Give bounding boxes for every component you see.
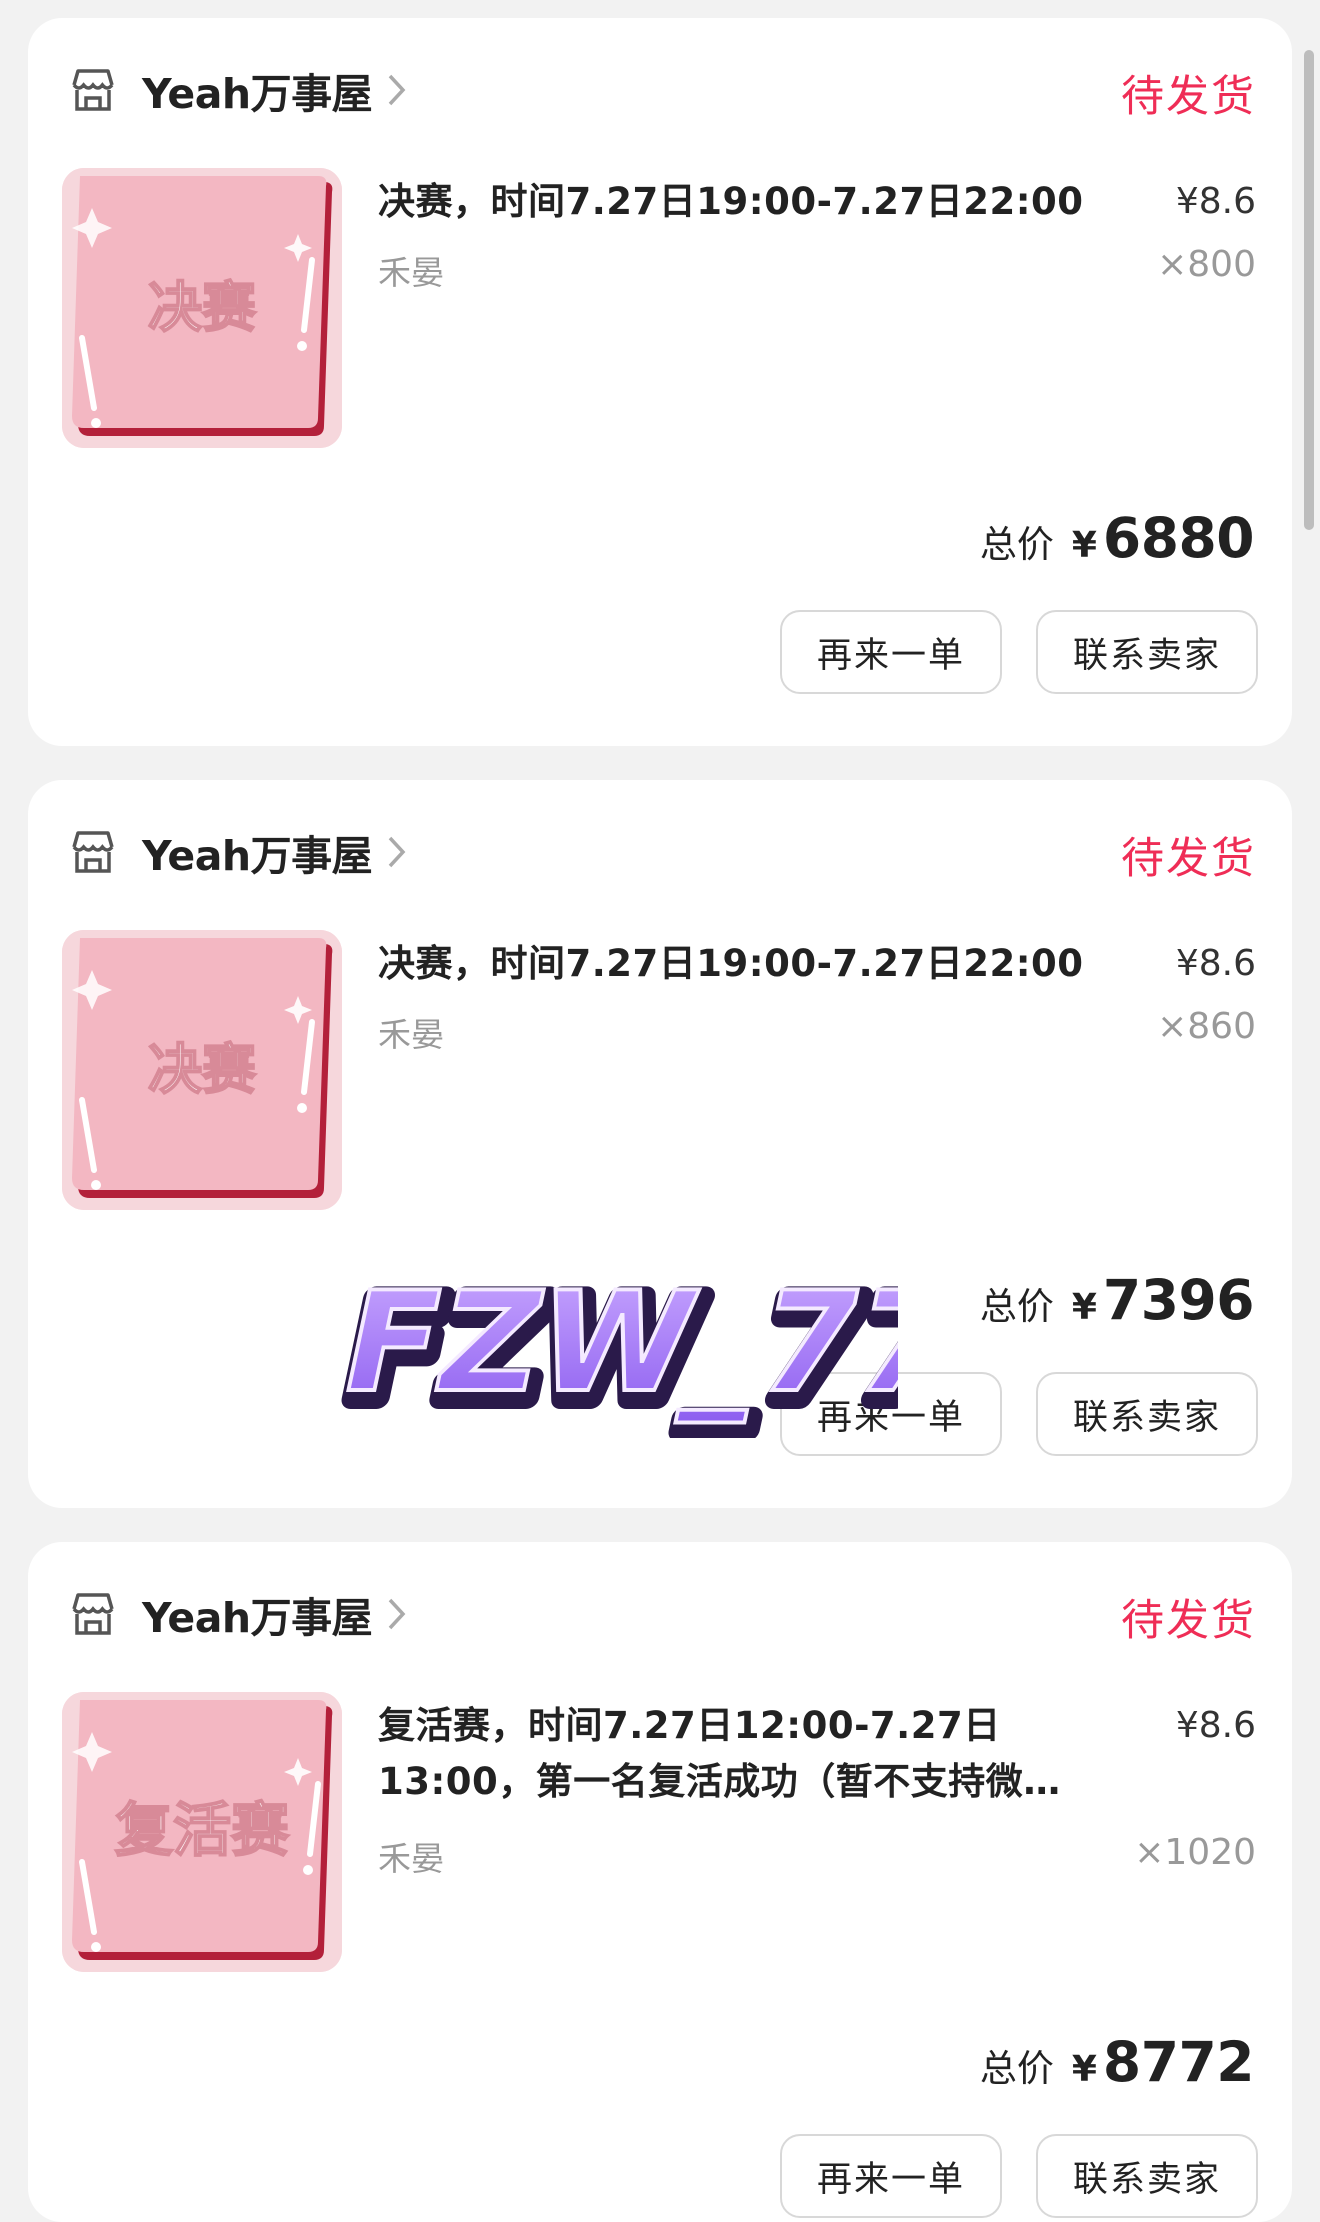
product-seller: 禾晏: [378, 1015, 444, 1054]
product-seller: 禾晏: [378, 253, 444, 292]
unit-price: ¥8.6: [1175, 1705, 1256, 1746]
quantity: ×800: [1157, 244, 1256, 285]
contact-seller-button[interactable]: 联系卖家: [1036, 2134, 1258, 2218]
currency-symbol: ¥: [1071, 2049, 1097, 2090]
product-seller: 禾晏: [378, 1839, 444, 1878]
product-thumbnail[interactable]: 决赛: [62, 168, 342, 448]
shop-header[interactable]: Yeah万事屋: [66, 1584, 408, 1644]
chevron-right-icon: [388, 1598, 406, 1630]
thumbnail-text: 决赛: [148, 1038, 257, 1101]
contact-seller-button[interactable]: 联系卖家: [1036, 610, 1258, 694]
order-total: 总价 ¥ 7396: [979, 1268, 1255, 1332]
order-status: 待发货: [1121, 72, 1256, 122]
quantity: ×860: [1157, 1006, 1256, 1047]
currency-symbol: ¥: [1071, 1287, 1097, 1328]
order-total: 总价 ¥ 6880: [979, 506, 1255, 570]
product-title[interactable]: 复活赛，时间7.27日12:00-7.27日13:00，第一名复活成功（暂不支持…: [378, 1698, 1098, 1810]
order-total: 总价 ¥ 8772: [979, 2030, 1255, 2094]
store-icon: [72, 831, 114, 873]
total-value: 6880: [1102, 506, 1255, 570]
unit-price: ¥8.6: [1175, 181, 1256, 222]
quantity: ×1020: [1134, 1832, 1256, 1873]
product-title[interactable]: 决赛，时间7.27日19:00-7.27日22:00: [378, 174, 1138, 230]
order-status: 待发货: [1121, 1596, 1256, 1646]
order-status: 待发货: [1121, 834, 1256, 884]
shop-name: Yeah万事屋: [142, 832, 373, 880]
shop-header[interactable]: Yeah万事屋: [66, 822, 408, 882]
order-card[interactable]: Yeah万事屋 待发货 复活赛 复活赛，时间7.27日12:00-7.27日13…: [28, 1542, 1292, 2222]
reorder-button[interactable]: 再来一单: [780, 610, 1002, 694]
scrollbar[interactable]: [1304, 50, 1314, 530]
order-card[interactable]: Yeah万事屋 待发货 决赛 决赛，时间7.27日19:00-7.27日22:0…: [28, 18, 1292, 746]
chevron-right-icon: [388, 74, 406, 106]
total-value: 7396: [1102, 1268, 1255, 1332]
store-icon: [72, 69, 114, 111]
product-thumbnail[interactable]: 决赛: [62, 930, 342, 1210]
shop-name: Yeah万事屋: [142, 1594, 373, 1642]
shop-name: Yeah万事屋: [142, 70, 373, 118]
total-label: 总价: [979, 523, 1054, 566]
thumbnail-text: 决赛: [148, 276, 257, 339]
chevron-right-icon: [388, 836, 406, 868]
thumbnail-text: 复活赛: [115, 1796, 290, 1864]
store-icon: [72, 1593, 114, 1635]
total-value: 8772: [1102, 2030, 1255, 2094]
contact-seller-button[interactable]: 联系卖家: [1036, 1372, 1258, 1456]
total-label: 总价: [979, 1285, 1054, 1328]
unit-price: ¥8.6: [1175, 943, 1256, 984]
reorder-button[interactable]: 再来一单: [780, 2134, 1002, 2218]
product-thumbnail[interactable]: 复活赛: [62, 1692, 342, 1972]
total-label: 总价: [979, 2047, 1054, 2090]
shop-header[interactable]: Yeah万事屋: [66, 60, 408, 120]
order-card[interactable]: Yeah万事屋 待发货 决赛 决赛，时间7.27日19:00-7.27日22:0…: [28, 780, 1292, 1508]
reorder-button[interactable]: 再来一单: [780, 1372, 1002, 1456]
currency-symbol: ¥: [1071, 525, 1097, 566]
product-title[interactable]: 决赛，时间7.27日19:00-7.27日22:00: [378, 936, 1138, 992]
